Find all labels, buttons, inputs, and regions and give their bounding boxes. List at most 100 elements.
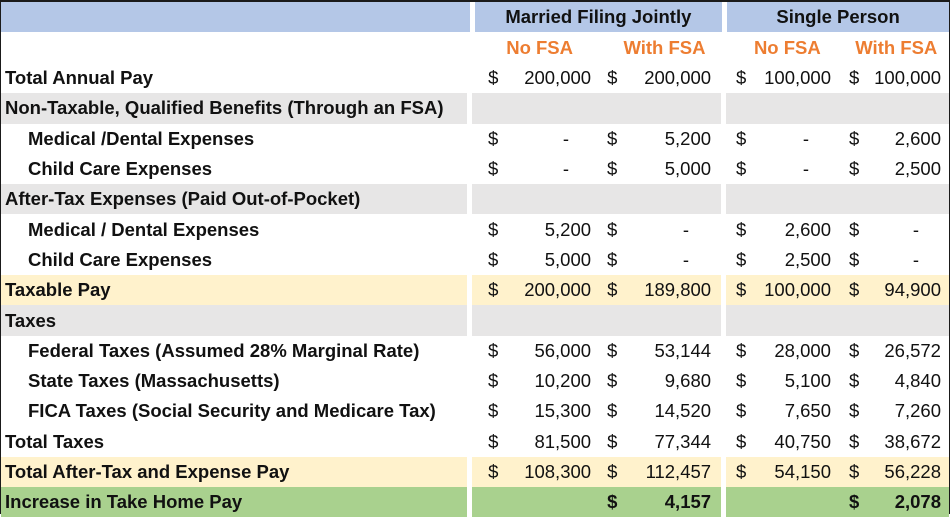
- row-label: After-Tax Expenses (Paid Out-of-Pocket): [1, 184, 468, 215]
- amount: 15,300: [534, 400, 592, 422]
- currency-symbol: $: [607, 248, 618, 270]
- amount: 2,600: [784, 218, 831, 240]
- currency-symbol: $: [607, 370, 618, 392]
- row-label: Federal Taxes (Assumed 28% Marginal Rate…: [1, 335, 468, 366]
- amount: 40,750: [774, 430, 832, 452]
- value-cell-single-no-fsa: $2,500: [725, 244, 839, 276]
- fsa-comparison-table: Married Filing Jointly Single Person No …: [0, 0, 950, 517]
- currency-symbol: $: [736, 279, 747, 301]
- table-row: Medical / Dental Expenses $5,200 $ - $2,600 $…: [1, 214, 949, 245]
- value-cell-single-with-fsa: $ -: [838, 214, 949, 245]
- value-cell-married-with-fsa: [595, 184, 722, 215]
- amount: -: [912, 218, 919, 240]
- amount: 9,680: [664, 370, 712, 392]
- value-cell-married-with-fsa: $189,800: [595, 275, 722, 306]
- value-cell-married-no-fsa: [472, 93, 596, 124]
- value-cell-single-with-fsa: $2,078: [839, 487, 950, 517]
- value-cell-single-with-fsa: [839, 305, 950, 336]
- amount: 200,000: [524, 67, 592, 89]
- value-cell-married-no-fsa: [472, 487, 596, 517]
- currency-symbol: $: [849, 430, 860, 452]
- table-row: Total Taxes $81,500 $77,344 $40,750 $38,672: [1, 426, 950, 457]
- table-row: Increase in Take Home Pay $4,157 $2,078: [1, 487, 950, 517]
- value-cell-married-with-fsa: $5,000: [595, 153, 722, 185]
- currency-symbol: $: [849, 67, 860, 89]
- currency-symbol: $: [736, 430, 747, 452]
- value-cell-married-with-fsa: $4,157: [595, 487, 722, 517]
- row-label: Medical / Dental Expenses: [1, 214, 468, 245]
- currency-symbol: $: [488, 248, 499, 270]
- value-cell-married-with-fsa: $14,520: [595, 396, 722, 427]
- value-cell-single-with-fsa: $ -: [838, 244, 949, 276]
- currency-symbol: $: [488, 370, 499, 392]
- value-cell-single-with-fsa: $94,900: [839, 275, 950, 306]
- currency-symbol: $: [488, 461, 499, 483]
- value-cell-single-with-fsa: $2,500: [838, 153, 949, 185]
- value-cell-single-no-fsa: $100,000: [726, 63, 840, 94]
- row-label: Medical /Dental Expenses: [1, 123, 468, 154]
- currency-symbol: $: [735, 339, 747, 361]
- currency-symbol: $: [736, 461, 747, 483]
- table-row: Taxes: [1, 305, 950, 336]
- row-label: Total Annual Pay: [1, 63, 468, 94]
- amount: -: [562, 158, 570, 180]
- table-row: Medical /Dental Expenses $ - $5,200 $ - $2,600: [1, 123, 949, 154]
- value-cell-married-no-fsa: $81,500: [472, 426, 596, 457]
- value-cell-single-with-fsa: $56,228: [839, 456, 950, 488]
- currency-symbol: $: [607, 67, 618, 89]
- group-title-single: Single Person: [776, 6, 900, 27]
- group-header-single: Single Person: [727, 2, 949, 32]
- amount: 7,260: [894, 400, 941, 422]
- value-cell-single-no-fsa: $5,100: [725, 366, 839, 397]
- group-title-married: Married Filing Jointly: [505, 6, 692, 27]
- value-cell-married-with-fsa: $77,344: [595, 426, 722, 457]
- table-row: Federal Taxes (Assumed 28% Marginal Rate…: [1, 335, 949, 366]
- value-cell-married-with-fsa: [595, 305, 722, 336]
- amount: 81,500: [534, 430, 592, 452]
- currency-symbol: $: [488, 400, 499, 422]
- subheader-married-no-fsa: No FSA: [506, 36, 574, 58]
- currency-symbol: $: [848, 127, 860, 149]
- amount: 100,000: [764, 67, 832, 89]
- amount: -: [682, 248, 690, 270]
- currency-symbol: $: [848, 158, 860, 180]
- currency-symbol: $: [488, 127, 499, 149]
- value-cell-single-no-fsa: $7,650: [725, 396, 839, 427]
- currency-symbol: $: [849, 491, 860, 513]
- currency-symbol: $: [849, 461, 860, 483]
- subheader-single-with-fsa: With FSA: [855, 36, 938, 58]
- amount: 28,000: [774, 339, 831, 361]
- amount: 5,000: [544, 248, 592, 270]
- amount: 7,650: [784, 400, 831, 422]
- amount: 94,900: [884, 279, 942, 301]
- currency-symbol: $: [735, 370, 747, 392]
- currency-symbol: $: [488, 67, 499, 89]
- currency-symbol: $: [849, 279, 860, 301]
- row-label: Total Taxes: [1, 426, 468, 457]
- value-cell-married-no-fsa: $5,000: [472, 244, 596, 276]
- currency-symbol: $: [607, 400, 618, 422]
- amount: 54,150: [774, 461, 832, 483]
- amount: 5,200: [664, 127, 712, 149]
- value-cell-single-no-fsa: [726, 93, 840, 124]
- value-cell-married-no-fsa: [472, 184, 596, 215]
- currency-symbol: $: [488, 430, 499, 452]
- amount: 5,100: [784, 370, 831, 392]
- value-cell-single-with-fsa: $4,840: [838, 366, 949, 397]
- amount: 189,800: [644, 279, 712, 301]
- currency-symbol: $: [735, 248, 747, 270]
- currency-symbol: $: [607, 339, 618, 361]
- amount: 38,672: [884, 430, 942, 452]
- currency-symbol: $: [848, 339, 860, 361]
- currency-symbol: $: [607, 430, 618, 452]
- value-cell-single-no-fsa: $ -: [725, 153, 839, 185]
- amount: 4,157: [664, 491, 712, 513]
- value-cell-married-with-fsa: $5,200: [595, 123, 722, 154]
- amount: -: [802, 127, 809, 149]
- value-cell-married-no-fsa: $ -: [472, 153, 596, 185]
- value-cell-single-no-fsa: [726, 305, 840, 336]
- amount: 26,572: [884, 339, 941, 361]
- value-cell-married-no-fsa: $200,000: [472, 275, 596, 306]
- currency-symbol: $: [848, 370, 860, 392]
- amount: 108,300: [524, 461, 592, 483]
